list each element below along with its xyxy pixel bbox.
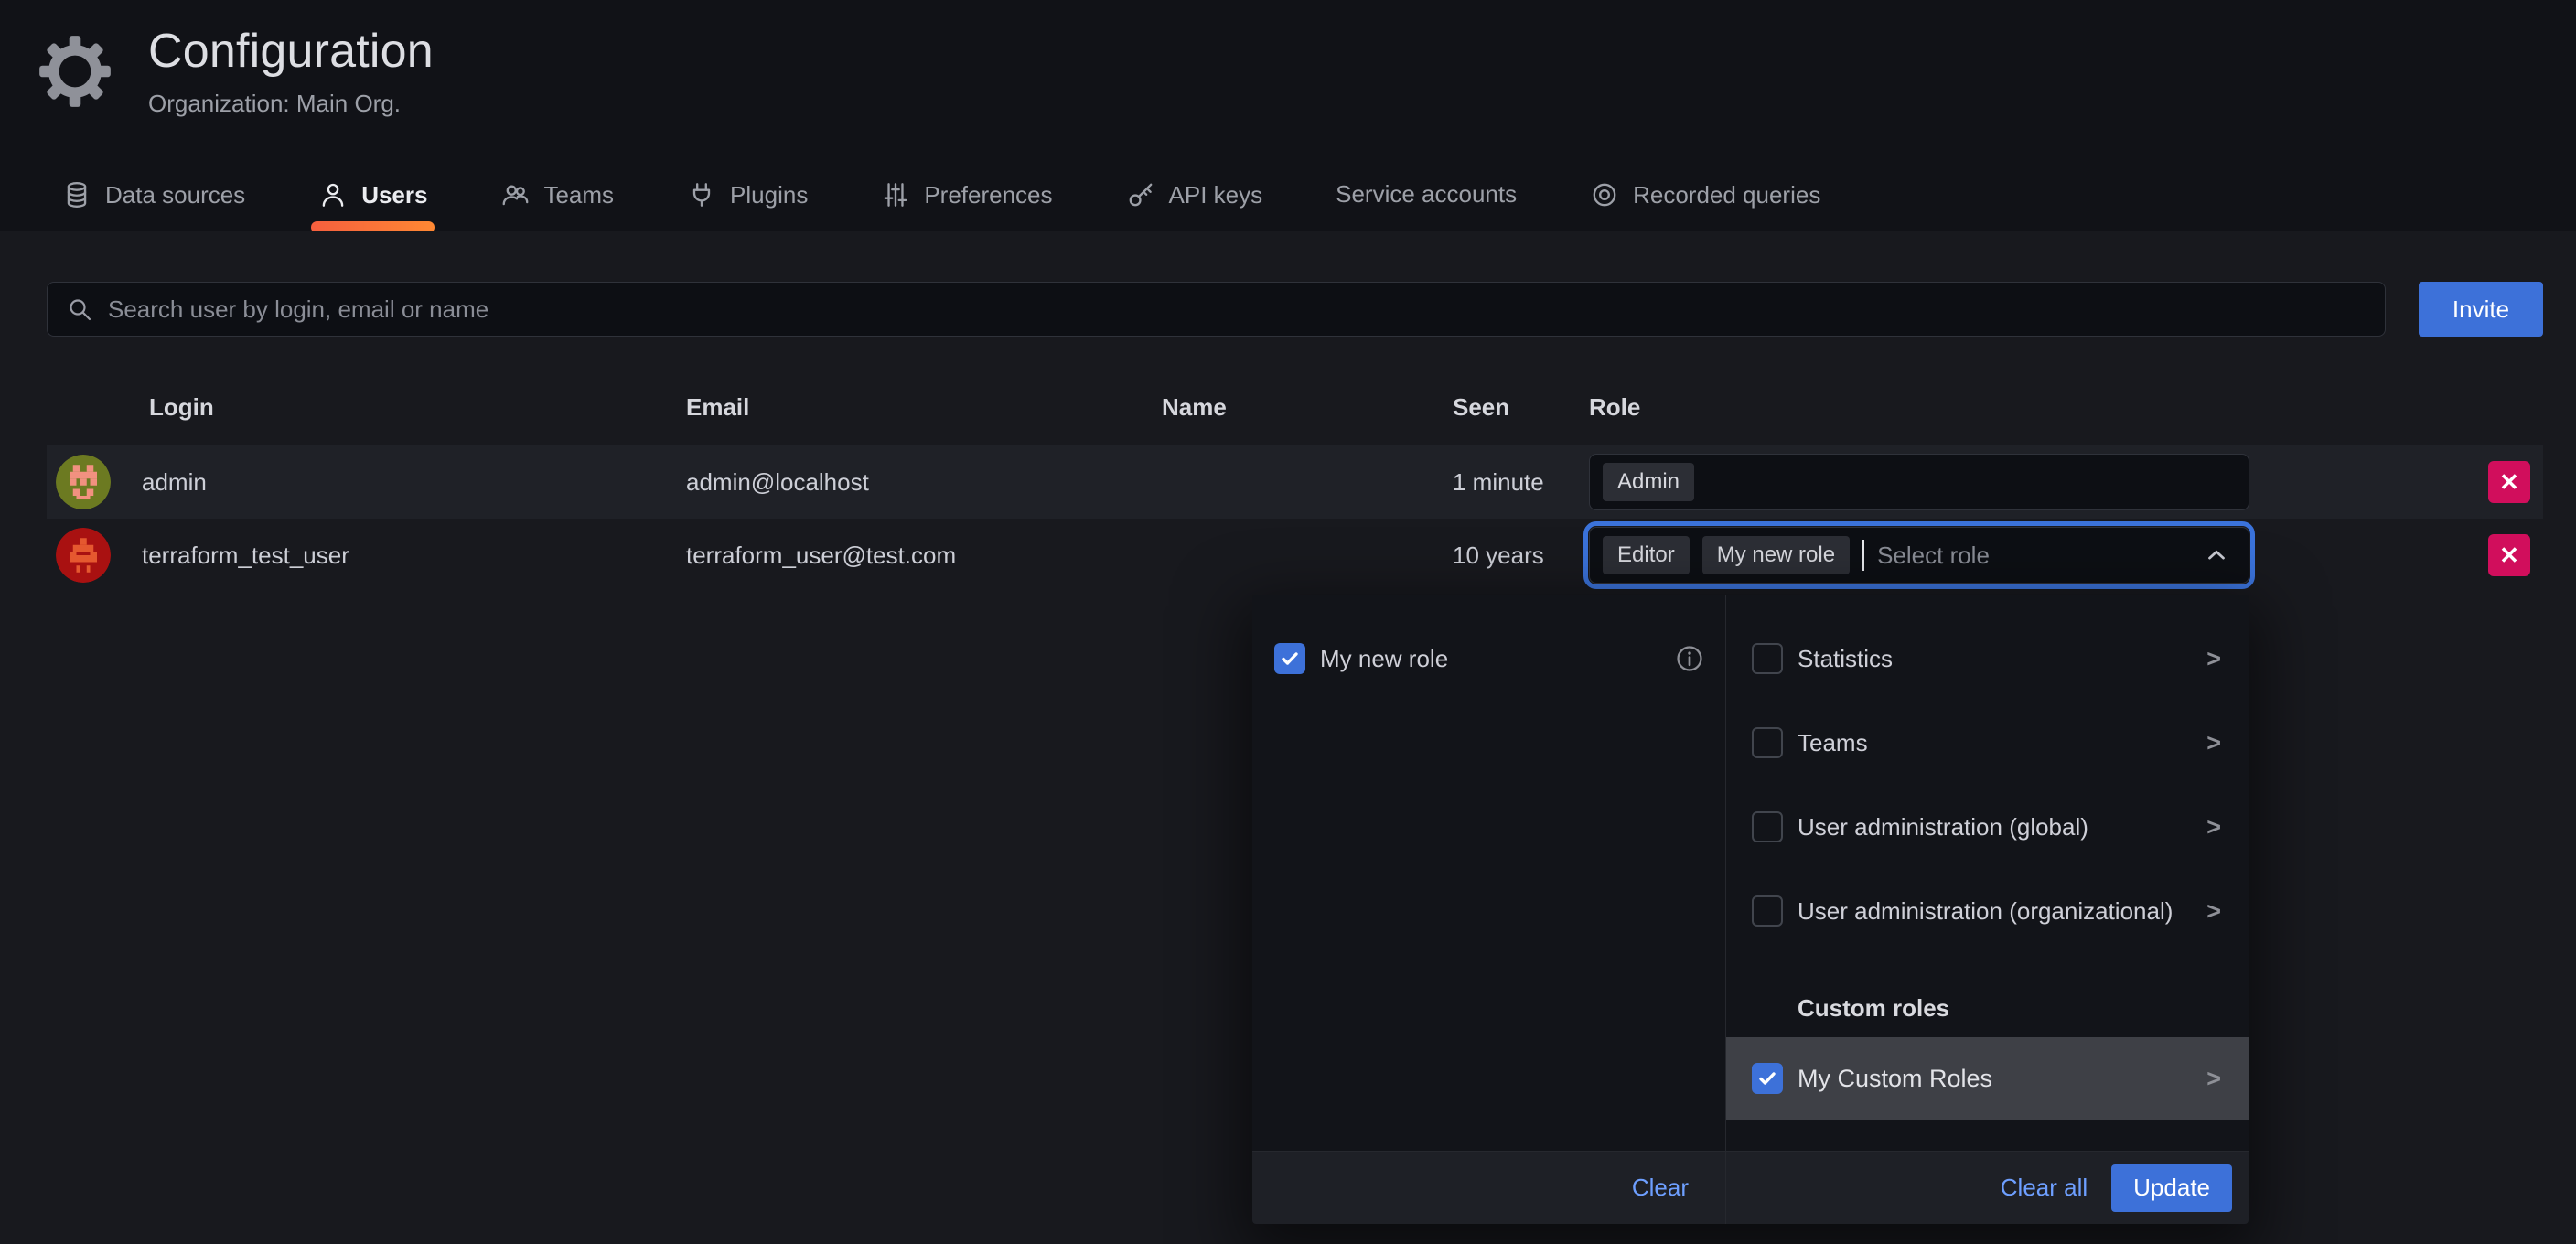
role-group-label: Teams bbox=[1798, 729, 1868, 757]
checkbox-unchecked[interactable] bbox=[1752, 811, 1783, 842]
custom-roles-section-label: Custom roles bbox=[1726, 990, 2249, 1026]
role-group-user-admin-org[interactable]: User administration (organizational) > bbox=[1726, 882, 2249, 940]
role-group-user-admin-global[interactable]: User administration (global) > bbox=[1726, 798, 2249, 856]
page-subtitle: Organization: Main Org. bbox=[148, 90, 434, 118]
role-group-my-custom-roles[interactable]: My Custom Roles > bbox=[1726, 1037, 2249, 1120]
gear-icon bbox=[37, 33, 113, 110]
user-login: terraform_test_user bbox=[142, 542, 349, 570]
table-row: terraform_test_user terraform_user@test.… bbox=[47, 519, 2543, 592]
tab-label: Preferences bbox=[924, 181, 1052, 209]
applied-role-row[interactable]: My new role bbox=[1252, 629, 1725, 688]
page-header: Configuration Organization: Main Org. bbox=[37, 24, 434, 118]
database-icon bbox=[62, 180, 91, 209]
chevron-right-icon: > bbox=[2206, 813, 2221, 842]
tab-label: Service accounts bbox=[1336, 180, 1517, 209]
column-header-email: Email bbox=[686, 393, 1162, 422]
tab-label: Users bbox=[361, 181, 427, 209]
tab-label: Teams bbox=[543, 181, 614, 209]
search-icon bbox=[66, 295, 93, 323]
tab-recorded-queries[interactable]: Recorded queries bbox=[1586, 178, 1824, 231]
user-login: admin bbox=[142, 468, 207, 497]
key-icon bbox=[1126, 180, 1155, 209]
search-input[interactable] bbox=[108, 295, 2367, 324]
record-icon bbox=[1590, 180, 1619, 209]
user-email: admin@localhost bbox=[686, 468, 1162, 497]
remove-user-button[interactable]: ✕ bbox=[2488, 461, 2530, 503]
chevron-right-icon: > bbox=[2206, 729, 2221, 757]
role-chip: My new role bbox=[1702, 536, 1850, 574]
clear-button[interactable]: Clear bbox=[1632, 1174, 1689, 1202]
role-select-open[interactable]: Editor My new role Select role bbox=[1589, 527, 2249, 584]
user-icon bbox=[318, 180, 348, 209]
tab-preferences[interactable]: Preferences bbox=[877, 178, 1056, 231]
checkbox-checked[interactable] bbox=[1274, 643, 1305, 674]
custom-role-label: My Custom Roles bbox=[1798, 1065, 1992, 1093]
search-box bbox=[47, 282, 2386, 337]
tab-data-sources[interactable]: Data sources bbox=[59, 178, 249, 231]
tab-plugins[interactable]: Plugins bbox=[683, 178, 811, 231]
checkbox-checked[interactable] bbox=[1752, 1063, 1783, 1094]
user-email: terraform_user@test.com bbox=[686, 542, 1162, 570]
tab-label: API keys bbox=[1169, 181, 1263, 209]
checkbox-unchecked[interactable] bbox=[1752, 895, 1783, 927]
role-group-label: User administration (organizational) bbox=[1798, 897, 2173, 926]
users-icon bbox=[500, 180, 530, 209]
role-group-label: Statistics bbox=[1798, 645, 1893, 673]
role-picker-footer: Clear Clear all Update bbox=[1252, 1151, 2249, 1224]
chevron-right-icon: > bbox=[2206, 1065, 2221, 1093]
content-area: Invite Login Email Name Seen Role bbox=[0, 231, 2576, 1244]
toolbar: Invite bbox=[47, 282, 2543, 337]
avatar bbox=[56, 455, 111, 509]
role-select[interactable]: Admin bbox=[1589, 454, 2249, 510]
tab-label: Plugins bbox=[730, 181, 808, 209]
checkbox-unchecked[interactable] bbox=[1752, 643, 1783, 674]
clear-all-button[interactable]: Clear all bbox=[2001, 1174, 2088, 1202]
role-group-label: User administration (global) bbox=[1798, 813, 2088, 842]
tab-service-accounts[interactable]: Service accounts bbox=[1332, 178, 1520, 231]
role-picker-applied-panel: My new role bbox=[1252, 595, 1726, 1224]
role-group-teams[interactable]: Teams > bbox=[1726, 713, 2249, 772]
column-header-seen: Seen bbox=[1453, 393, 1589, 422]
tab-label: Recorded queries bbox=[1633, 181, 1820, 209]
tab-label: Data sources bbox=[105, 181, 245, 209]
tab-bar: Data sources Users Teams bbox=[0, 178, 2576, 231]
column-header-name: Name bbox=[1162, 393, 1453, 422]
tab-api-keys[interactable]: API keys bbox=[1122, 178, 1267, 231]
role-select-placeholder: Select role bbox=[1877, 542, 1990, 570]
checkbox-unchecked[interactable] bbox=[1752, 727, 1783, 758]
role-chip: Editor bbox=[1603, 536, 1690, 574]
tab-users[interactable]: Users bbox=[315, 178, 431, 231]
invite-button[interactable]: Invite bbox=[2419, 282, 2543, 337]
update-button[interactable]: Update bbox=[2111, 1164, 2232, 1212]
role-chip: Admin bbox=[1603, 463, 1694, 501]
configuration-page: Configuration Organization: Main Org. Da… bbox=[0, 0, 2576, 1244]
chevron-up-icon[interactable] bbox=[2203, 542, 2230, 569]
avatar bbox=[56, 528, 111, 583]
chevron-right-icon: > bbox=[2206, 645, 2221, 673]
table-header-row: Login Email Name Seen Role bbox=[47, 393, 2543, 445]
close-icon: ✕ bbox=[2499, 468, 2519, 497]
text-caret bbox=[1862, 540, 1864, 571]
role-picker-groups-panel: Statistics > Teams > User administration… bbox=[1726, 595, 2249, 1224]
sliders-icon bbox=[881, 180, 910, 209]
close-icon: ✕ bbox=[2499, 542, 2519, 570]
plug-icon bbox=[687, 180, 716, 209]
role-picker-popup: My new role Statistics > bbox=[1252, 595, 2249, 1224]
chevron-right-icon: > bbox=[2206, 897, 2221, 926]
table-row: admin admin@localhost 1 minute Admin ✕ bbox=[47, 445, 2543, 519]
role-group-statistics[interactable]: Statistics > bbox=[1726, 629, 2249, 688]
users-table: Login Email Name Seen Role bbox=[47, 393, 2543, 592]
user-seen: 10 years bbox=[1453, 542, 1589, 570]
column-header-role: Role bbox=[1589, 393, 2257, 422]
user-seen: 1 minute bbox=[1453, 468, 1589, 497]
info-icon[interactable] bbox=[1674, 643, 1705, 674]
column-header-login: Login bbox=[47, 393, 686, 422]
page-title: Configuration bbox=[148, 24, 434, 79]
remove-user-button[interactable]: ✕ bbox=[2488, 534, 2530, 576]
applied-role-label: My new role bbox=[1320, 645, 1448, 673]
tab-teams[interactable]: Teams bbox=[497, 178, 617, 231]
